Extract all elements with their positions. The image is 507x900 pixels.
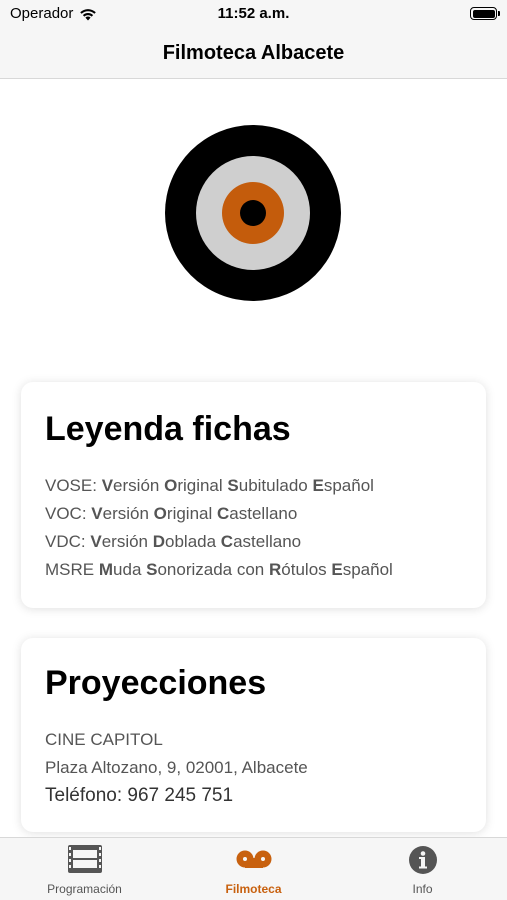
- status-time: 11:52 a.m.: [217, 5, 290, 22]
- projections-title: Proyecciones: [45, 664, 267, 702]
- tab-programacion-label: Programación: [47, 882, 122, 896]
- legend-line-vose: VOSE: Versión Original Subitulado Españo…: [45, 476, 374, 495]
- legend-card: Leyenda fichas VOSE: Versión Original Su…: [21, 382, 486, 608]
- film-reel-icon: [236, 850, 271, 868]
- info-icon: [408, 846, 437, 874]
- tab-filmoteca[interactable]: Filmoteca: [169, 838, 338, 900]
- status-bar: Operador 11:52 a.m.: [0, 0, 507, 28]
- legend-line-vdc: VDC: Versión Doblada Castellano: [45, 532, 302, 551]
- legend-line-voc: VOC: Versión Original Castellano: [45, 504, 298, 523]
- content-scroll-view[interactable]: Leyenda fichas VOSE: Versión Original Su…: [0, 79, 507, 838]
- tab-programacion[interactable]: Programación: [0, 838, 169, 900]
- legend-line-msre: MSRE Muda Sonorizada con Rótulos Español: [45, 560, 393, 579]
- tab-filmoteca-label: Filmoteca: [225, 882, 282, 896]
- venue-phone[interactable]: Teléfono: 967 245 751: [45, 785, 233, 807]
- tab-bar: Programación Filmoteca Info: [0, 837, 507, 900]
- battery-icon: [470, 7, 500, 20]
- legend-title: Leyenda fichas: [45, 410, 291, 448]
- navigation-bar: Filmoteca Albacete: [0, 28, 507, 79]
- film-icon: [67, 845, 102, 873]
- venue-name: CINE CAPITOL: [45, 730, 163, 749]
- page-title: Filmoteca Albacete: [162, 41, 345, 64]
- tab-info[interactable]: Info: [338, 838, 507, 900]
- tab-info-label: Info: [412, 882, 433, 896]
- venue-address[interactable]: Plaza Altozano, 9, 02001, Albacete: [45, 758, 308, 778]
- filmoteca-logo: [165, 125, 341, 301]
- projections-card: Proyecciones CINE CAPITOL Plaza Altozano…: [21, 638, 486, 832]
